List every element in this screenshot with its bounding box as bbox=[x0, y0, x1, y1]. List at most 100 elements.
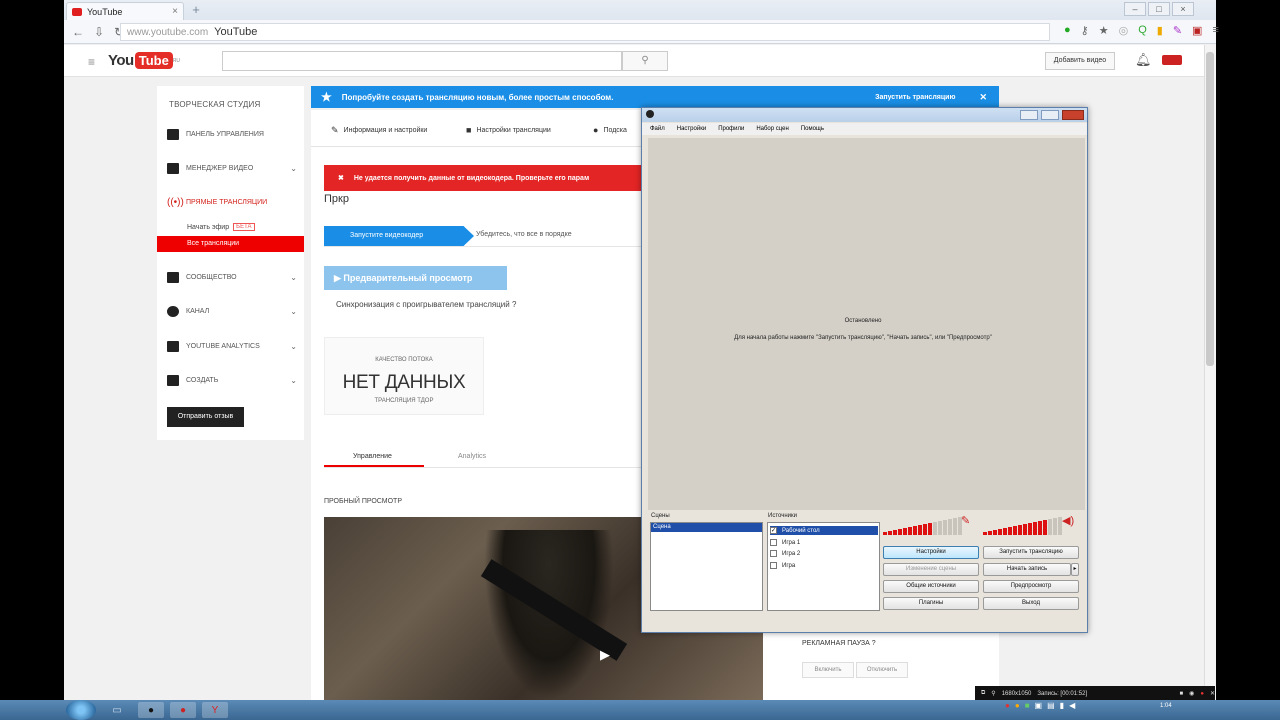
tab-stream-settings[interactable]: ■ Настройки трансляции bbox=[466, 125, 551, 135]
sidebar-item-live[interactable]: ((•)) ПРЯМЫЕ ТРАНСЛЯЦИИ bbox=[167, 197, 297, 208]
record-dropdown-button[interactable]: ▸ bbox=[1071, 563, 1079, 576]
sidebar-item-dashboard[interactable]: ПАНЕЛЬ УПРАВЛЕНИЯ bbox=[167, 129, 297, 140]
edit-scene-button[interactable]: Изменение сцены bbox=[883, 563, 979, 576]
volume-icon[interactable]: ◀ bbox=[1069, 701, 1075, 710]
tray-icon[interactable]: ● bbox=[1005, 701, 1010, 710]
search-ext-icon[interactable]: Q bbox=[1138, 24, 1147, 37]
menu-settings[interactable]: Настройки bbox=[677, 126, 706, 132]
back-icon[interactable]: ← bbox=[72, 25, 84, 39]
banner-launch-link[interactable]: Запустить трансляцию bbox=[875, 94, 955, 101]
help-icon[interactable]: ? bbox=[512, 300, 516, 309]
camera-icon[interactable]: ◉ bbox=[1189, 690, 1194, 697]
send-feedback-button[interactable]: Отправить отзыв bbox=[167, 407, 244, 427]
guide-menu-icon[interactable]: ≡ bbox=[88, 55, 95, 69]
explorer-icon[interactable]: ▭ bbox=[104, 702, 130, 718]
obs-close-button[interactable] bbox=[1062, 110, 1084, 120]
menu-icon[interactable]: ≡ bbox=[1212, 24, 1218, 37]
star-icon[interactable]: ★ bbox=[1099, 24, 1109, 37]
adblock-icon[interactable]: ◎ bbox=[1119, 24, 1129, 37]
exit-button[interactable]: Выход bbox=[983, 597, 1079, 610]
sidebar-item-analytics[interactable]: YOUTUBE ANALYTICS ⌄ bbox=[167, 341, 297, 352]
sidebar-sub-start-live[interactable]: Начать эфир БЕТА bbox=[187, 223, 255, 231]
lock-icon[interactable]: ● bbox=[1064, 24, 1071, 37]
step-check[interactable]: Убедитесь, что все в порядке bbox=[476, 231, 572, 238]
tab-info-settings[interactable]: ✎ Информация и настройки bbox=[331, 125, 427, 136]
list-item[interactable]: Сцена bbox=[651, 523, 762, 532]
sync-checkbox[interactable]: Синхронизация с проигрывателем трансляци… bbox=[336, 300, 516, 309]
scrollbar-thumb[interactable] bbox=[1206, 52, 1214, 366]
pocket-ext-icon[interactable]: ▣ bbox=[1192, 24, 1202, 37]
checkbox[interactable]: ✓ bbox=[770, 527, 777, 534]
play-icon[interactable]: ▶ bbox=[600, 647, 610, 663]
sidebar-item-channel[interactable]: КАНАЛ ⌄ bbox=[167, 306, 297, 317]
bell-icon[interactable]: 🔔︎ bbox=[1135, 52, 1152, 68]
avatar[interactable] bbox=[1162, 55, 1182, 65]
checkbox[interactable] bbox=[770, 562, 777, 569]
ad-enable-button[interactable]: Включить bbox=[802, 662, 854, 678]
start-button[interactable] bbox=[66, 700, 96, 720]
mic-volume-meter[interactable] bbox=[883, 515, 962, 535]
new-tab-button[interactable]: + bbox=[188, 3, 204, 17]
list-item[interactable]: Игра 2 bbox=[770, 549, 878, 558]
menu-help[interactable]: Помощь bbox=[801, 126, 824, 132]
step-start-encoder[interactable]: Запустите видеокодер bbox=[324, 226, 474, 246]
add-video-button[interactable]: Добавить видео bbox=[1045, 52, 1115, 70]
tab-youtube[interactable]: YouTube × bbox=[66, 2, 184, 20]
start-record-button[interactable]: Начать запись bbox=[983, 563, 1071, 576]
maximize-button[interactable]: □ bbox=[1148, 2, 1170, 16]
plugins-button[interactable]: Плагины bbox=[883, 597, 979, 610]
close-icon[interactable]: ✕ bbox=[1210, 690, 1215, 697]
preview-button[interactable]: ▶ Предварительный просмотр bbox=[324, 266, 507, 290]
global-sources-button[interactable]: Общие источники bbox=[883, 580, 979, 593]
close-tab-icon[interactable]: × bbox=[172, 6, 178, 17]
microphone-icon[interactable]: ✎ bbox=[961, 514, 970, 527]
sidebar-item-create[interactable]: СОЗДАТЬ ⌄ bbox=[167, 375, 297, 386]
help-icon[interactable]: ? bbox=[872, 640, 876, 647]
settings-button[interactable]: Настройки bbox=[883, 546, 979, 559]
tray-icon[interactable]: ● bbox=[1015, 701, 1020, 710]
sidebar-sub-all-streams[interactable]: Все трансляции bbox=[157, 236, 304, 252]
obs-taskbar-icon[interactable]: ● bbox=[138, 702, 164, 718]
obs-maximize-button[interactable] bbox=[1041, 110, 1059, 120]
subtab-analytics[interactable]: Analytics bbox=[458, 453, 486, 460]
preview-stream-button[interactable]: Предпросмотр bbox=[983, 580, 1079, 593]
search-button[interactable]: ⚲ bbox=[622, 51, 668, 71]
tray-icon[interactable]: ▣ bbox=[1035, 701, 1043, 710]
yandex-taskbar-icon[interactable]: Y bbox=[202, 702, 228, 718]
record-icon[interactable]: ● bbox=[1200, 691, 1204, 697]
pen-ext-icon[interactable]: ✎ bbox=[1173, 24, 1182, 37]
search-icon[interactable]: ⚲ bbox=[991, 690, 995, 697]
list-item[interactable]: Игра bbox=[770, 561, 878, 570]
list-item[interactable]: Игра 1 bbox=[770, 538, 878, 547]
sidebar-item-community[interactable]: СООБЩЕСТВО ⌄ bbox=[167, 272, 297, 283]
pause-icon[interactable]: ■ bbox=[1179, 691, 1183, 697]
desktop-volume-meter[interactable] bbox=[983, 515, 1062, 535]
browser-taskbar-icon[interactable]: ● bbox=[170, 702, 196, 718]
url-field[interactable]: www.youtube.com YouTube bbox=[120, 23, 1050, 41]
tray-icon[interactable]: ▤ bbox=[1047, 701, 1055, 710]
network-icon[interactable]: ▮ bbox=[1060, 701, 1064, 710]
tray-icon[interactable]: ■ bbox=[1025, 701, 1030, 710]
close-icon[interactable]: ✕ bbox=[979, 92, 987, 103]
list-item[interactable]: ✓ Рабочий стол bbox=[770, 526, 878, 535]
search-input[interactable] bbox=[222, 51, 622, 71]
screen-icon[interactable]: ⧉ bbox=[981, 690, 985, 697]
checkbox[interactable] bbox=[770, 550, 777, 557]
bookmark-ext-icon[interactable]: ▮ bbox=[1157, 24, 1163, 37]
menu-file[interactable]: Файл bbox=[650, 126, 665, 132]
checkbox[interactable] bbox=[770, 539, 777, 546]
speaker-icon[interactable]: ◀) bbox=[1062, 514, 1074, 527]
menu-profiles[interactable]: Профили bbox=[718, 126, 744, 132]
start-stream-button[interactable]: Запустить трансляцию bbox=[983, 546, 1079, 559]
youtube-logo[interactable]: You Tube RU bbox=[108, 52, 180, 69]
scenes-list[interactable] bbox=[650, 522, 763, 611]
obs-minimize-button[interactable] bbox=[1020, 110, 1038, 120]
menu-scene-collection[interactable]: Набор сцен bbox=[756, 126, 788, 132]
subtab-manage[interactable]: Управление bbox=[353, 453, 392, 460]
sidebar-item-video-manager[interactable]: МЕНЕДЖЕР ВИДЕО ⌄ bbox=[167, 163, 297, 174]
download-icon[interactable]: ⇩ bbox=[94, 25, 104, 39]
close-window-button[interactable]: × bbox=[1172, 2, 1194, 16]
ad-disable-button[interactable]: Отключить bbox=[856, 662, 908, 678]
key-icon[interactable]: ⚷ bbox=[1081, 24, 1089, 37]
tab-hints[interactable]: ● Подска bbox=[593, 125, 627, 135]
